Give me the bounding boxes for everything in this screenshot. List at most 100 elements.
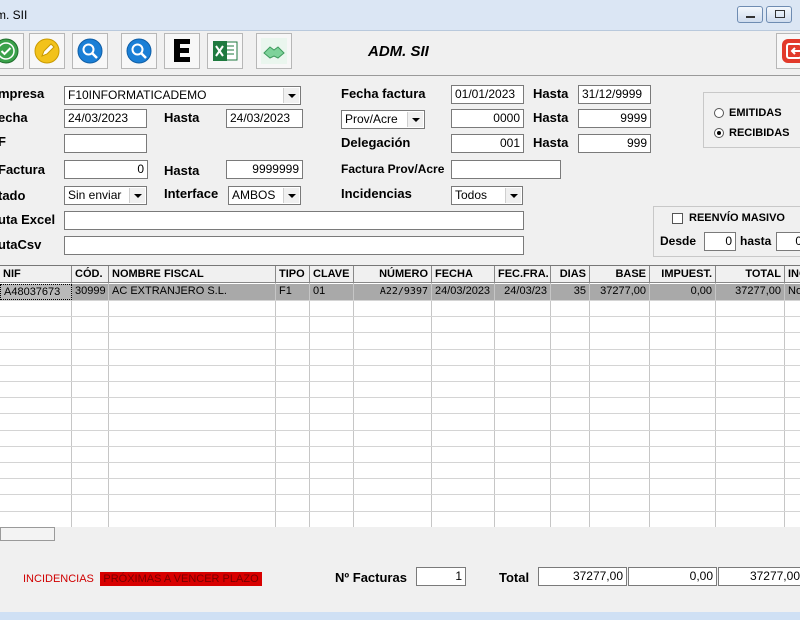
- desde-input[interactable]: 0: [704, 232, 736, 251]
- title-bar: m. SII: [0, 0, 800, 31]
- grid-row-line: [0, 413, 800, 414]
- search-advanced-button[interactable]: [121, 33, 157, 69]
- edit-button[interactable]: [29, 33, 65, 69]
- column-header-cod[interactable]: CÓD.: [72, 266, 109, 283]
- nfactura-to-input[interactable]: 9999999: [226, 160, 303, 179]
- nif-label: F: [0, 134, 6, 149]
- invoice-grid[interactable]: NIF CÓD. NOMBRE FISCAL TIPO CLAVE NÚMERO FECHA…: [0, 265, 800, 527]
- prov-acre-value: Prov/Acre: [345, 112, 398, 126]
- ruta-excel-input[interactable]: [64, 211, 524, 230]
- column-header-numero[interactable]: NÚMERO: [354, 266, 432, 283]
- cell-numero[interactable]: A22/9397: [354, 284, 432, 300]
- nif-input[interactable]: [64, 134, 147, 153]
- cell-base[interactable]: 37277,00: [590, 284, 650, 300]
- reenvio-checkbox[interactable]: [672, 213, 683, 224]
- column-header-nif[interactable]: NIF: [0, 266, 72, 283]
- recibidas-label: RECIBIDAS: [729, 127, 790, 139]
- total-impuestos-value: 0,00: [628, 567, 717, 586]
- fecha-factura-from-input[interactable]: 01/01/2023: [451, 85, 524, 104]
- total-base-value: 37277,00: [538, 567, 627, 586]
- status-bar: [0, 612, 800, 620]
- fecha-to-input[interactable]: 24/03/2023: [226, 109, 303, 128]
- exit-icon: [782, 39, 800, 63]
- search-icon: [77, 38, 103, 64]
- legend-incidencias: INCIDENCIAS: [23, 573, 94, 585]
- agreement-button[interactable]: [256, 33, 292, 69]
- grid-row-line: [0, 332, 800, 333]
- recibidas-radio[interactable]: [714, 128, 724, 138]
- chevron-down-icon: [283, 188, 299, 203]
- fecha-from-input[interactable]: 24/03/2023: [64, 109, 147, 128]
- empresa-value: F10INFORMATICADEMO: [68, 88, 207, 102]
- cell-cod[interactable]: 30999: [72, 284, 109, 300]
- column-header-fecha[interactable]: FECHA: [432, 266, 495, 283]
- grid-column-line: [589, 283, 590, 527]
- interface-select[interactable]: AMBOS: [228, 186, 301, 205]
- grid-column-line: [309, 283, 310, 527]
- handshake-icon: [261, 38, 287, 64]
- column-header-impuest[interactable]: IMPUEST.: [650, 266, 716, 283]
- prov-hasta-label: Hasta: [533, 110, 569, 125]
- cell-total[interactable]: 37277,00: [716, 284, 785, 300]
- cell-dias[interactable]: 35: [551, 284, 590, 300]
- grid-column-line: [494, 283, 495, 527]
- grid-column-line: [715, 283, 716, 527]
- grid-column-line: [275, 283, 276, 527]
- column-header-fec-fra[interactable]: FEC.FRA.: [495, 266, 551, 283]
- cell-nombre-fiscal[interactable]: AC EXTRANJERO S.L.: [109, 284, 276, 300]
- delegacion-from-input[interactable]: 001: [451, 134, 524, 153]
- prov-to-input[interactable]: 9999: [578, 109, 651, 128]
- cell-impuest[interactable]: 0,00: [650, 284, 716, 300]
- window-title: m. SII: [0, 8, 28, 22]
- grid-row-line: [0, 397, 800, 398]
- empresa-select[interactable]: F10INFORMATICADEMO: [64, 86, 301, 105]
- total-label: Total: [499, 570, 530, 585]
- nfactura-from-input[interactable]: 0: [64, 160, 148, 179]
- chevron-down-icon: [283, 88, 299, 103]
- grid-row-line: [0, 365, 800, 366]
- incidencias-select[interactable]: Todos: [451, 186, 523, 205]
- search-button[interactable]: [72, 33, 108, 69]
- delegacion-to-input[interactable]: 999: [578, 134, 651, 153]
- exit-button[interactable]: [776, 33, 800, 69]
- cell-clave[interactable]: 01: [310, 284, 354, 300]
- cell-nif[interactable]: A48037673: [0, 284, 72, 300]
- minimize-button[interactable]: [737, 6, 763, 23]
- export-e-button[interactable]: [164, 33, 200, 69]
- fecha-label: echa: [0, 110, 28, 125]
- column-header-clave[interactable]: CLAVE: [310, 266, 354, 283]
- confirm-button[interactable]: [0, 33, 24, 69]
- prov-from-input[interactable]: 0000: [451, 109, 524, 128]
- estado-select[interactable]: Sin enviar: [64, 186, 147, 205]
- column-header-nombre-fiscal[interactable]: NOMBRE FISCAL: [109, 266, 276, 283]
- chevron-down-icon: [407, 112, 423, 127]
- grid-column-line: [550, 283, 551, 527]
- legend-proximas: PRÓXIMAS A VENCER PLAZO: [100, 572, 262, 586]
- fecha-factura-to-input[interactable]: 31/12/9999: [578, 85, 651, 104]
- excel-export-button[interactable]: [207, 33, 243, 69]
- column-header-tipo[interactable]: TIPO: [276, 266, 310, 283]
- column-header-total[interactable]: TOTAL: [716, 266, 785, 283]
- emitidas-label: EMITIDAS: [729, 107, 782, 119]
- cell-fecha[interactable]: 24/03/2023: [432, 284, 495, 300]
- ruta-csv-input[interactable]: [64, 236, 524, 255]
- nfacturas-value: 1: [416, 567, 466, 586]
- hasta-label: hasta: [740, 234, 772, 248]
- emitidas-radio[interactable]: [714, 108, 724, 118]
- grid-row-line: [0, 381, 800, 382]
- column-header-dias[interactable]: DIAS: [551, 266, 590, 283]
- factura-prov-input[interactable]: [451, 160, 561, 179]
- cell-fec-fra[interactable]: 24/03/23: [495, 284, 551, 300]
- incidencias-value: Todos: [455, 188, 488, 202]
- grid-row-line: [0, 511, 800, 512]
- hasta-input[interactable]: 0: [776, 232, 800, 251]
- estado-value: Sin enviar: [68, 188, 122, 202]
- cell-inc[interactable]: No: [785, 284, 800, 300]
- prov-acre-select[interactable]: Prov/Acre: [341, 110, 425, 129]
- horizontal-scrollbar[interactable]: [0, 527, 55, 541]
- pencil-icon: [34, 38, 60, 64]
- maximize-button[interactable]: [766, 6, 792, 23]
- cell-tipo[interactable]: F1: [276, 284, 310, 300]
- column-header-inc[interactable]: INC: [785, 266, 800, 283]
- column-header-base[interactable]: BASE: [590, 266, 650, 283]
